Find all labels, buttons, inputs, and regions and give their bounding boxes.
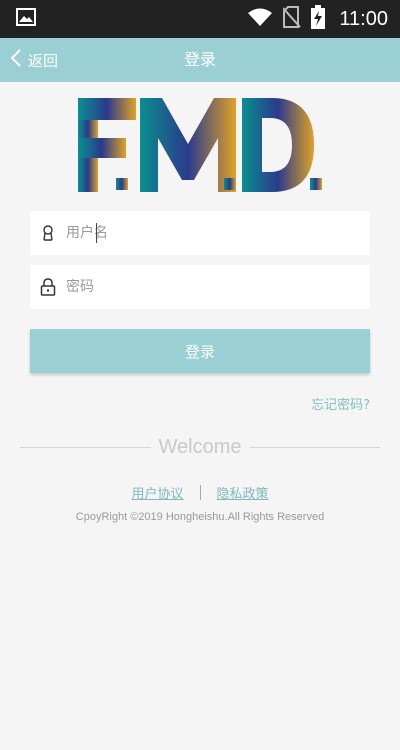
page-title: 登录 xyxy=(183,50,216,69)
back-label: 返回 xyxy=(28,51,59,70)
status-right: 11:00 xyxy=(247,5,388,33)
password-input[interactable] xyxy=(66,265,370,309)
welcome-text: Welcome xyxy=(158,435,242,458)
wifi-icon xyxy=(247,7,273,31)
password-field[interactable] xyxy=(30,265,370,309)
copyright-text: CpoyRight ©2019 Hongheishu.All Rights Re… xyxy=(75,511,325,523)
status-left xyxy=(16,8,36,30)
chevron-left-icon xyxy=(10,48,22,72)
status-time: 11:00 xyxy=(339,7,388,30)
login-button[interactable]: 登录 xyxy=(30,329,370,373)
divider-line-right xyxy=(249,446,380,448)
lock-icon xyxy=(30,265,66,309)
image-icon xyxy=(16,8,36,30)
fmd-logo xyxy=(76,96,324,196)
footer-links: 用户协议 隐私政策 xyxy=(0,482,400,502)
app-header: 返回 登录 xyxy=(0,38,400,82)
status-bar: 11:00 xyxy=(0,0,400,38)
no-sim-icon xyxy=(282,6,302,32)
user-icon xyxy=(30,211,66,255)
privacy-policy-link[interactable]: 隐私政策 xyxy=(217,483,269,502)
link-separator xyxy=(199,484,201,500)
divider-line-left xyxy=(20,446,151,448)
text-caret xyxy=(96,223,97,243)
username-input[interactable] xyxy=(66,211,370,255)
battery-charging-icon xyxy=(311,5,326,33)
back-button[interactable]: 返回 xyxy=(10,38,58,82)
username-field[interactable] xyxy=(30,211,370,255)
forgot-password-link[interactable]: 忘记密码? xyxy=(311,394,370,414)
user-agreement-link[interactable]: 用户协议 xyxy=(131,483,183,502)
welcome-divider: Welcome xyxy=(20,436,380,458)
